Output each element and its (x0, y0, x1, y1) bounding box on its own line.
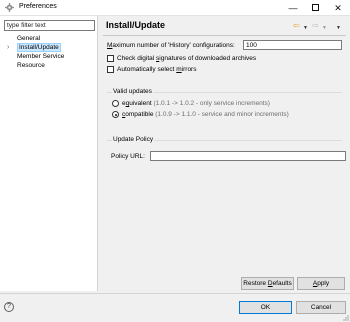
ok-button[interactable]: OK (239, 301, 292, 314)
equivalent-label: equivalent (122, 100, 152, 107)
page-title: Install/Update (106, 20, 166, 30)
valid-updates-title: Valid updates (112, 88, 153, 95)
update-policy-group: Update Policy Policy URL: (107, 136, 346, 170)
preferences-app-icon (5, 3, 14, 12)
tree-item-general[interactable]: General (0, 34, 98, 43)
cancel-button[interactable]: Cancel (296, 301, 346, 314)
page-header: Install/Update ⇦ ▼ ⇨ ▼ ▼ (103, 19, 346, 35)
tree-item-member-service[interactable]: Member Service (0, 52, 98, 61)
history-label: Maximum number of 'History' configuratio… (107, 42, 235, 49)
apply-button[interactable]: Apply (297, 277, 345, 290)
compatible-option[interactable]: compatible (1.0.9 -> 1.1.0 - service and… (112, 110, 289, 119)
filter-input[interactable] (4, 20, 95, 31)
title-bar: Preferences — ✕ (0, 0, 350, 16)
compatible-description: (1.0.9 -> 1.1.0 - service and minor incr… (155, 111, 289, 118)
forward-arrow-icon[interactable]: ⇨ (312, 21, 319, 31)
equivalent-description: (1.0.1 -> 1.0.2 - only service increment… (153, 100, 270, 107)
help-icon[interactable]: ? (4, 302, 14, 312)
back-arrow-icon[interactable]: ⇦ (293, 21, 300, 31)
compatible-radio[interactable] (112, 111, 119, 118)
policy-url-label: Policy URL: (111, 153, 145, 160)
window-title: Preferences (19, 3, 57, 10)
tree-item-label: Resource (17, 62, 45, 69)
equivalent-option[interactable]: equivalent (1.0.1 -> 1.0.2 - only servic… (112, 99, 270, 108)
update-policy-title: Update Policy (112, 136, 155, 143)
resize-grip-icon[interactable] (342, 314, 349, 321)
restore-defaults-button[interactable]: Restore Defaults (241, 277, 294, 290)
policy-url-input[interactable] (150, 151, 346, 161)
tree-item-resource[interactable]: Resource (0, 61, 98, 70)
check-signatures-checkbox[interactable] (107, 55, 114, 62)
check-signatures-label: Check digital signatures of downloaded a… (117, 55, 257, 62)
maximize-button[interactable] (304, 0, 326, 16)
maximize-icon (311, 4, 319, 12)
chevron-right-icon[interactable]: › (7, 43, 9, 52)
install-update-page: Maximum number of 'History' configuratio… (103, 36, 346, 291)
dialog-divider (0, 293, 350, 294)
preference-tree: General › Install/Update Member Service … (0, 34, 98, 70)
tree-item-label: General (17, 35, 41, 42)
check-signatures-option[interactable]: Check digital signatures of downloaded a… (107, 54, 256, 63)
back-dropdown-icon[interactable]: ▼ (303, 23, 308, 33)
tree-item-install-update[interactable]: › Install/Update (0, 43, 98, 52)
auto-mirrors-option[interactable]: Automatically select mirrors (107, 65, 196, 74)
auto-mirrors-checkbox[interactable] (107, 66, 114, 73)
minimize-button[interactable]: — (282, 0, 304, 16)
preference-tree-pane: General › Install/Update Member Service … (0, 16, 98, 291)
tree-item-label: Member Service (17, 53, 65, 60)
auto-mirrors-label: Automatically select mirrors (117, 66, 197, 73)
compatible-label: compatible (122, 111, 154, 118)
forward-dropdown-icon[interactable]: ▼ (322, 23, 327, 33)
close-button[interactable]: ✕ (327, 0, 349, 16)
history-count-input[interactable] (243, 40, 342, 50)
view-menu-icon[interactable]: ▼ (336, 23, 341, 33)
tree-item-label: Install/Update (17, 43, 61, 52)
equivalent-radio[interactable] (112, 100, 119, 107)
